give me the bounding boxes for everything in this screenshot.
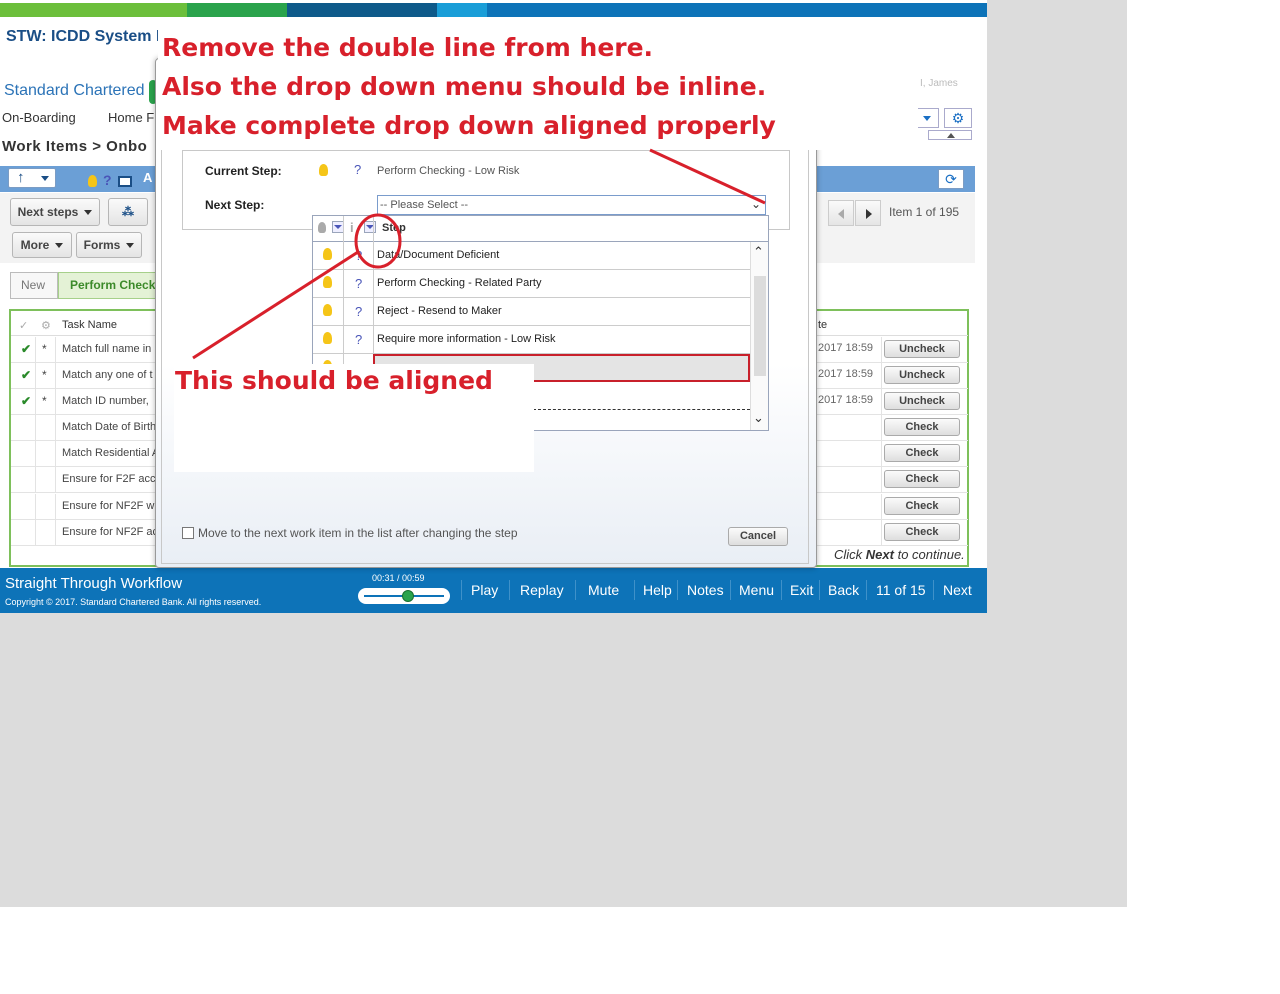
annotation-pointer-line — [192, 250, 359, 360]
annotation-circle — [354, 213, 402, 269]
annotation-marks — [192, 148, 766, 360]
annotation-arrow-line — [649, 148, 766, 205]
